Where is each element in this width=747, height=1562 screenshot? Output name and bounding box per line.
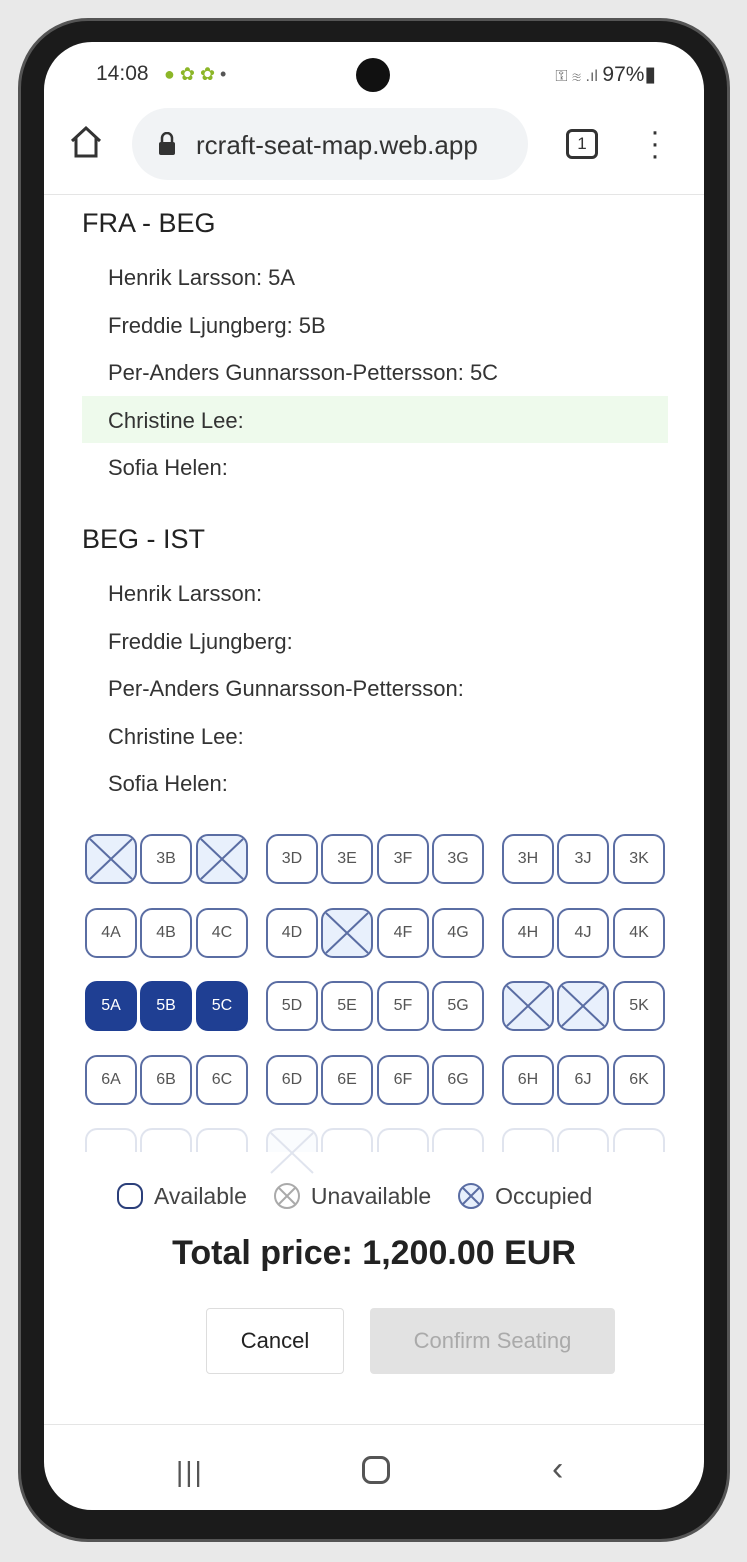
legend: Available Unavailable Occupied [116, 1182, 592, 1210]
seat-available[interactable] [432, 1128, 484, 1152]
occupied-icon [458, 1183, 485, 1209]
seat-available[interactable]: 4J [557, 907, 609, 958]
seat-available[interactable]: 6E [321, 1054, 373, 1105]
seat-available[interactable] [502, 1128, 554, 1152]
occupied-x-icon [89, 838, 133, 880]
passenger-item[interactable]: Christine Lee: [82, 712, 668, 760]
recent-apps-icon[interactable]: ||| [176, 1456, 204, 1488]
cancel-button[interactable]: Cancel [206, 1308, 344, 1374]
seat-available[interactable]: 4F [377, 907, 429, 958]
camera-cutout [356, 58, 390, 92]
seat-available[interactable]: 5G [432, 981, 484, 1031]
seat-occupied[interactable] [266, 1128, 318, 1174]
seat-available[interactable]: 6F [377, 1054, 429, 1105]
seat-available[interactable] [613, 1128, 665, 1152]
url-bar[interactable]: rcraft-seat-map.web.app [132, 108, 528, 180]
seat-available[interactable]: 5D [266, 981, 318, 1031]
divider [44, 1424, 704, 1425]
divider [44, 194, 704, 195]
legend-unavailable: Unavailable [273, 1182, 431, 1210]
confirm-seating-button[interactable]: Confirm Seating [370, 1308, 615, 1374]
seat-available[interactable]: 3J [557, 834, 609, 884]
screen: 14:08 ● ✿ ✿ • ⚿ ≋ .ıl 97%▮ rcraft-seat-m… [44, 42, 704, 1510]
seat-occupied[interactable] [557, 981, 609, 1031]
segment-title: BEG - IST [82, 524, 206, 554]
seat-occupied[interactable] [321, 907, 373, 958]
seat-available[interactable]: 4D [266, 907, 318, 958]
passenger-item[interactable]: Freddie Ljungberg: 5B [82, 301, 668, 349]
passenger-item[interactable]: Per-Anders Gunnarsson-Pettersson: 5C [82, 348, 668, 396]
status-time: 14:08 [96, 62, 149, 85]
occupied-x-icon [270, 1132, 314, 1174]
seat-available[interactable]: 6A [85, 1054, 137, 1105]
seat-available[interactable]: 3K [613, 834, 665, 884]
occupied-x-icon [200, 838, 244, 880]
passenger-item[interactable]: Per-Anders Gunnarsson-Pettersson: [82, 664, 668, 712]
seat-occupied[interactable] [502, 981, 554, 1031]
seat-available[interactable] [377, 1128, 429, 1152]
seat-selected[interactable]: 5A [85, 981, 137, 1031]
seat-available[interactable]: 6B [140, 1054, 192, 1105]
seat-available[interactable]: 4A [85, 907, 137, 958]
seat-available[interactable]: 6G [432, 1054, 484, 1105]
unavailable-icon [273, 1183, 300, 1209]
seat-available[interactable]: 6H [502, 1054, 554, 1105]
lock-icon [158, 131, 176, 163]
seat-available[interactable]: 3E [321, 834, 373, 884]
more-menu-icon[interactable]: · · · [650, 117, 660, 171]
seat-available[interactable]: 4C [196, 907, 248, 958]
seat-available[interactable]: 6C [196, 1054, 248, 1105]
status-right: ⚿ ≋ .ıl 97%▮ [555, 62, 656, 87]
passenger-item[interactable]: Henrik Larsson: [82, 569, 668, 617]
seat-available[interactable]: 5F [377, 981, 429, 1031]
seat-available[interactable] [557, 1128, 609, 1152]
legend-occupied: Occupied [457, 1182, 592, 1210]
passenger-item-active[interactable]: Christine Lee: [82, 395, 668, 443]
home-icon[interactable] [68, 124, 104, 165]
wifi-signal-icon: ⚿ ≋ .ıl [555, 68, 603, 85]
seat-available[interactable]: 6K [613, 1054, 665, 1105]
passenger-item[interactable]: Freddie Ljungberg: [82, 617, 668, 665]
occupied-x-icon [561, 985, 605, 1027]
home-nav-icon[interactable] [362, 1456, 390, 1484]
seat-available[interactable]: 4K [613, 907, 665, 958]
url-text: rcraft-seat-map.web.app [196, 130, 478, 160]
seat-available[interactable]: 3D [266, 834, 318, 884]
seat-available[interactable]: 5E [321, 981, 373, 1031]
seat-available[interactable]: 6D [266, 1054, 318, 1105]
android-notification-icons: ● ✿ ✿ • [164, 64, 227, 84]
seat-available[interactable] [140, 1128, 192, 1152]
occupied-x-icon [506, 985, 550, 1027]
passenger-item[interactable]: Sofia Helen: [82, 759, 668, 807]
seat-available[interactable]: 3H [502, 834, 554, 884]
seat-selected[interactable]: 5B [140, 981, 192, 1031]
segment-title: FRA - BEG [82, 208, 216, 238]
seat-available[interactable]: 3G [432, 834, 484, 884]
back-icon[interactable]: ‹ [552, 1450, 563, 1489]
battery-level: 97% [602, 63, 645, 86]
seat-available[interactable]: 4B [140, 907, 192, 958]
seat-available[interactable]: 6J [557, 1054, 609, 1105]
occupied-x-icon [325, 911, 369, 954]
available-icon [117, 1183, 143, 1209]
seat-occupied[interactable] [196, 834, 248, 884]
passenger-item[interactable]: Sofia Helen: [82, 443, 668, 491]
seat-available[interactable]: 3B [140, 834, 192, 884]
seat-available[interactable] [85, 1128, 137, 1152]
passenger-list: Henrik Larsson: 5A Freddie Ljungberg: 5B… [82, 253, 668, 491]
legend-available: Available [116, 1182, 247, 1210]
seat-available[interactable] [196, 1128, 248, 1152]
seat-selected[interactable]: 5C [196, 981, 248, 1031]
seat-occupied[interactable] [85, 834, 137, 884]
tab-switcher-button[interactable]: 1 [566, 129, 598, 159]
battery-icon: ▮ [644, 63, 656, 86]
total-price: Total price: 1,200.00 EUR [172, 1234, 576, 1272]
passenger-list: Henrik Larsson: Freddie Ljungberg: Per-A… [82, 569, 668, 807]
seat-available[interactable]: 5K [613, 981, 665, 1031]
seat-available[interactable]: 3F [377, 834, 429, 884]
seat-available[interactable] [321, 1128, 373, 1152]
seat-available[interactable]: 4G [432, 907, 484, 958]
seat-available[interactable]: 4H [502, 907, 554, 958]
passenger-item[interactable]: Henrik Larsson: 5A [82, 253, 668, 301]
